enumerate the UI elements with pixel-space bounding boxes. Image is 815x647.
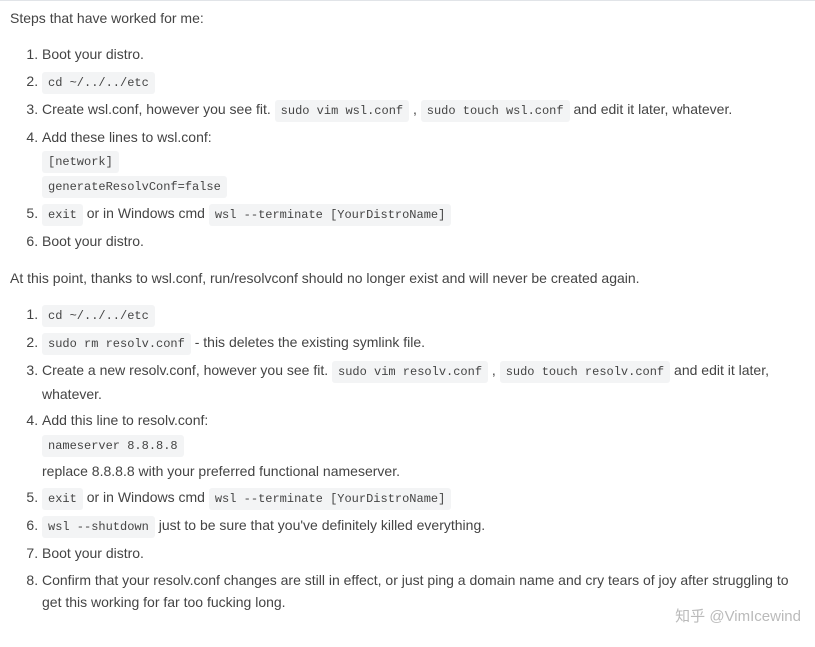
- code-inline: sudo touch wsl.conf: [421, 100, 570, 122]
- text: Create wsl.conf, however you see fit.: [42, 101, 275, 117]
- code-inline: exit: [42, 488, 83, 510]
- text: just to be sure that you've definitely k…: [155, 517, 485, 533]
- middle-text: At this point, thanks to wsl.conf, run/r…: [10, 267, 805, 289]
- intro-text: Steps that have worked for me:: [10, 7, 805, 29]
- text: or in Windows cmd: [83, 489, 209, 505]
- text: replace 8.8.8.8 with your preferred func…: [42, 460, 805, 482]
- list-item: cd ~/../../etc: [42, 70, 805, 94]
- code-block: nameserver 8.8.8.8: [42, 435, 184, 457]
- text: and edit it later, whatever.: [570, 101, 733, 117]
- list-item: wsl --shutdown just to be sure that you'…: [42, 514, 805, 538]
- code-inline: wsl --terminate [YourDistroName]: [209, 204, 451, 226]
- text: Add these lines to wsl.conf:: [42, 129, 212, 145]
- list-item: Add these lines to wsl.conf: [network] g…: [42, 126, 805, 198]
- text: Create a new resolv.conf, however you se…: [42, 362, 332, 378]
- code-inline: wsl --shutdown: [42, 516, 155, 538]
- code-inline: cd ~/../../etc: [42, 72, 155, 94]
- list-item: Confirm that your resolv.conf changes ar…: [42, 569, 805, 614]
- code-block: generateResolvConf=false: [42, 176, 227, 198]
- code-inline: cd ~/../../etc: [42, 305, 155, 327]
- text: or in Windows cmd: [83, 205, 209, 221]
- list-item: exit or in Windows cmd wsl --terminate […: [42, 202, 805, 226]
- list-item: exit or in Windows cmd wsl --terminate […: [42, 486, 805, 510]
- code-inline: wsl --terminate [YourDistroName]: [209, 488, 451, 510]
- code-inline: sudo rm resolv.conf: [42, 333, 191, 355]
- list-item: Create wsl.conf, however you see fit. su…: [42, 98, 805, 122]
- code-inline: sudo vim resolv.conf: [332, 361, 488, 383]
- steps-list-1: Boot your distro. cd ~/../../etc Create …: [10, 43, 805, 252]
- text: - this deletes the existing symlink file…: [191, 334, 425, 350]
- list-item: Boot your distro.: [42, 542, 805, 564]
- document-content: Steps that have worked for me: Boot your…: [0, 0, 815, 647]
- list-item: Boot your distro.: [42, 43, 805, 65]
- text: Add this line to resolv.conf:: [42, 412, 208, 428]
- list-item: Add this line to resolv.conf: nameserver…: [42, 409, 805, 482]
- list-item: Create a new resolv.conf, however you se…: [42, 359, 805, 405]
- list-item: cd ~/../../etc: [42, 303, 805, 327]
- code-inline: sudo touch resolv.conf: [500, 361, 670, 383]
- list-item: sudo rm resolv.conf - this deletes the e…: [42, 331, 805, 355]
- list-item: Boot your distro.: [42, 230, 805, 252]
- code-block: [network]: [42, 151, 119, 173]
- code-inline: exit: [42, 204, 83, 226]
- code-inline: sudo vim wsl.conf: [275, 100, 409, 122]
- text: ,: [488, 362, 500, 378]
- text: ,: [409, 101, 421, 117]
